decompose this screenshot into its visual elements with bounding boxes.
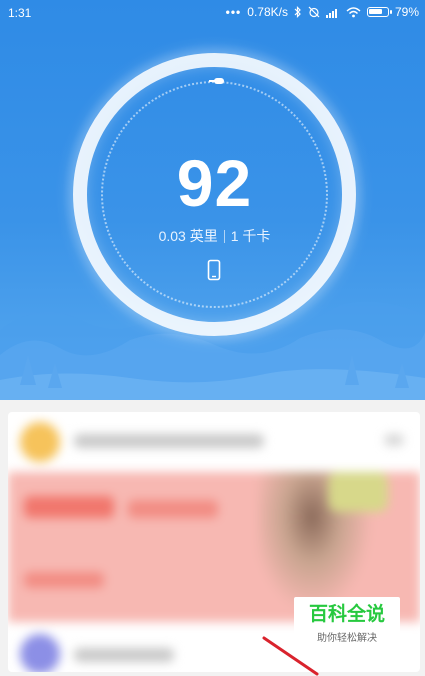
pointer-arrow-icon — [262, 636, 319, 676]
ring-progress-indicator — [214, 78, 224, 84]
status-bar: 1:31 ••• 0.78K/s 79% — [0, 0, 425, 26]
alarm-off-icon — [308, 6, 320, 18]
banner-text-block — [128, 500, 218, 518]
avatar — [20, 634, 60, 672]
more-icon — [384, 434, 404, 446]
banner-text-block — [24, 572, 104, 588]
avatar — [20, 422, 60, 462]
bluetooth-icon — [294, 6, 301, 18]
signal-icon — [325, 8, 337, 18]
stats-line: 0.03 英里 1 千卡 — [73, 226, 356, 246]
calories-value: 1 千卡 — [230, 228, 271, 244]
phone-icon — [207, 259, 221, 281]
battery-percent: 79% — [394, 5, 419, 19]
more-dots-icon: ••• — [225, 5, 242, 19]
watermark-title: 百科全说 — [308, 604, 385, 625]
step-count: 92 — [176, 146, 253, 220]
network-speed: 0.78K/s — [247, 5, 288, 19]
distance-value: 0.03 英里 — [158, 228, 218, 244]
step-ring[interactable]: 92 0.03 英里 1 千卡 — [61, 41, 368, 348]
banner-figure-highlight — [328, 472, 388, 512]
stats-divider — [223, 230, 225, 243]
wifi-icon — [346, 6, 361, 17]
status-time: 1:31 — [8, 6, 32, 20]
banner-text-block — [24, 496, 114, 518]
row-title-placeholder — [74, 648, 174, 662]
status-icons: ••• 0.78K/s 79% — [226, 5, 419, 19]
activity-header: 1:31 ••• 0.78K/s 79% 92 0.03 英里 1 千卡 — [0, 0, 425, 400]
battery-icon — [366, 7, 392, 17]
card-title-placeholder — [74, 434, 264, 448]
